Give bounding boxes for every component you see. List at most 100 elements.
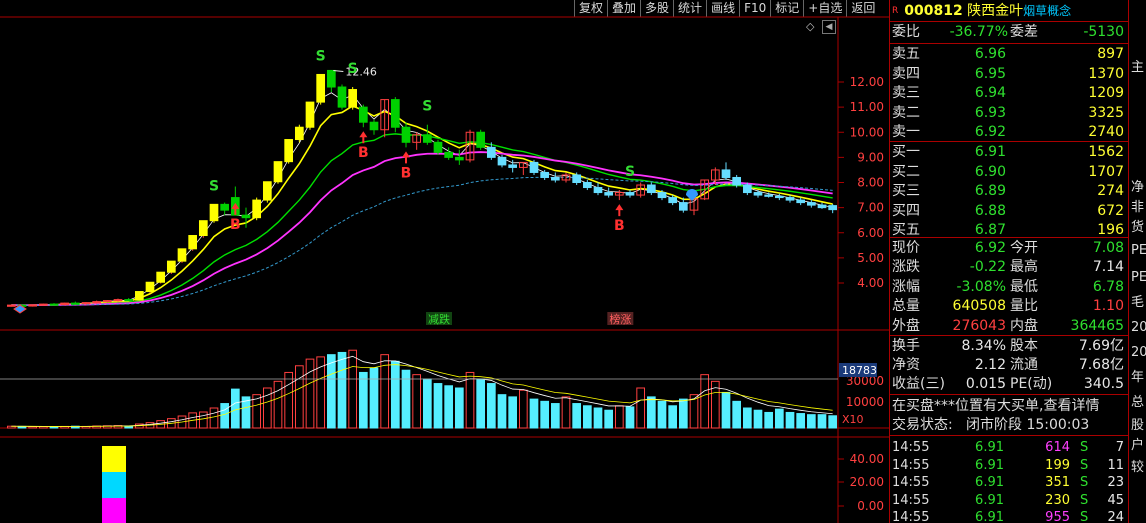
quote-value-3: 640508 [952,298,1006,315]
right-side-strip: 主净非货 PE PE 毛 20 20 年总股户较 [1128,0,1146,523]
candle-body [177,248,187,262]
candle-body [6,304,16,307]
bid-volume-3: 672 [1097,202,1124,219]
ask-volume-2: 1209 [1088,85,1124,102]
volume-bar [657,400,667,429]
strip-text-10: 总 [1131,395,1145,410]
strip-text-4: PE [1131,243,1146,258]
concept-tag[interactable]: 烟草概念 [1023,4,1071,18]
fund-label2-2: PE(动) [1010,376,1053,393]
volume-bar [433,383,443,429]
sell-signal-label: S [348,61,358,77]
quote-value2-2: 6.78 [1092,278,1124,295]
candle-body [625,192,635,196]
ask-price-0: 6.96 [974,46,1006,62]
quote-label2-4: 内盘 [1010,317,1038,334]
candle-body [70,302,80,305]
volume-bar [785,411,795,429]
indicator-tick-label: 0.00 [857,499,884,513]
quote-label2-0: 今开 [1010,240,1038,256]
bid-volume-1: 1707 [1088,163,1124,180]
trade-status-value: 闭市阶段 15:00:03 [966,417,1090,433]
volume-bar [700,374,710,429]
candle-body [220,203,230,211]
candle-body [721,169,731,178]
candle-body [486,146,496,158]
volume-bar [742,407,752,429]
bid-label-1: 买二 [892,163,920,180]
volume-ma-white [11,355,833,427]
volume-bar [294,365,304,429]
candle-body [422,134,432,143]
indicator-color-bars [102,446,126,523]
volume-bar [764,411,774,429]
r-badge: R [892,6,899,16]
quote-label-4: 外盘 [892,317,920,334]
strip-text-8: 20 [1131,345,1146,360]
kline-chart[interactable]: 12.00 11.00 10.00 9.00 8.00 7.00 6.00 5.00 4.00 1… [0,0,889,523]
candle-body [828,205,838,211]
volume-bar [209,407,219,429]
candle-body [188,235,198,250]
quote-label-2: 涨幅 [892,278,920,295]
strip-text-2: 非 [1131,200,1145,215]
ask-volume-0: 897 [1097,46,1124,62]
indicator-tick-label: 20.00 [850,475,884,489]
candle-body [796,199,806,204]
quote-value2-4: 364465 [1070,317,1124,334]
candle-body [92,301,102,304]
candle-body [273,161,283,183]
volume-bar [412,374,422,429]
volume-bar [582,405,592,429]
volume-bar [625,406,635,429]
price-tick-label: 4.00 [857,276,884,290]
volume-bar [305,358,315,429]
fund-value-1: 2.12 [974,357,1006,374]
volume-bar [358,371,368,429]
volume-bar [390,360,400,429]
volume-bar [774,408,784,429]
tick-time-4: 14:55 [892,510,930,523]
strip-text-11: 股 [1131,418,1145,433]
strip-text-3: 货 [1131,220,1145,235]
weicha-label: 委差 [1010,24,1038,40]
candle-body [294,126,304,141]
fund-value2-1: 7.68亿 [1078,357,1124,374]
ma-line-white [11,92,833,306]
volume-ma-yellow [11,364,833,427]
weicha-value: -5130 [1083,24,1124,40]
buy-signal-label: B [230,217,241,233]
volume-bar [604,409,614,429]
indicator-tick-label: 40.00 [850,452,884,466]
strip-text-5: PE [1131,270,1146,285]
candle-body [646,184,656,194]
fund-label2-1: 流通 [1010,357,1038,374]
ask-label-2: 卖三 [892,85,920,102]
volume-multiplier-label: X10 [842,413,864,426]
quote-value2-3: 1.10 [1092,298,1124,315]
quote-value-1: -0.22 [969,259,1006,276]
price-tick-label: 7.00 [857,201,884,215]
volume-bar [220,403,230,429]
price-tick-label: 9.00 [857,150,884,164]
quote-label2-3: 量比 [1010,298,1038,315]
candle-body [529,161,539,173]
volume-tick-label: 10000 [846,395,884,409]
fund-value-2: 0.015 [965,376,1006,393]
buy-signal-label: B [614,218,625,234]
candle-body [134,291,144,301]
candle-body [113,299,123,302]
quote-label-3: 总量 [892,298,920,315]
volume-bar [28,426,38,429]
candle-body [497,156,507,166]
volume-bar [422,378,432,429]
sell-signal-label: S [625,164,635,180]
volume-bar [337,351,347,429]
candle-body [732,176,742,186]
big-order-notice[interactable]: 在买盘***位置有大买单,查看详情 [892,396,1099,416]
strip-text-7: 20 [1131,320,1146,335]
volume-bar [465,371,475,429]
buy-signal-label: B [358,145,369,161]
stock-code: 000812 [904,3,963,19]
buy-signal-label: B [401,165,412,181]
